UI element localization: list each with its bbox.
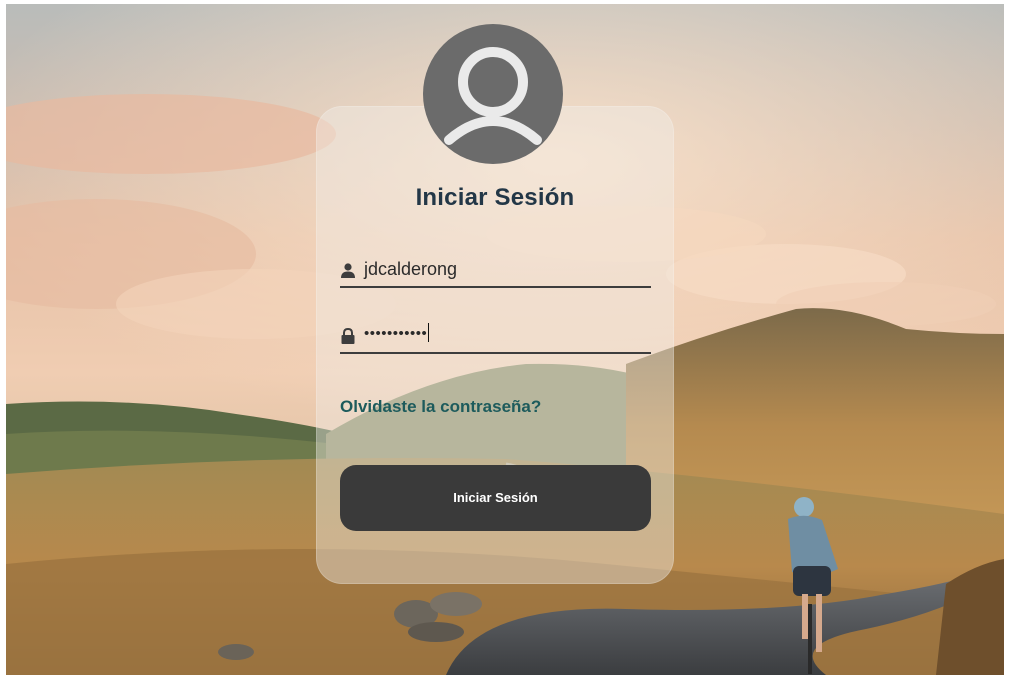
username-field[interactable]: jdcalderong [340,256,651,288]
page-title: Iniciar Sesión [415,184,575,211]
forgot-password-link[interactable]: Olvidaste la contraseña? [340,397,541,417]
login-button[interactable]: Iniciar Sesión [340,465,651,531]
text-caret [428,323,430,342]
user-avatar-icon [423,24,563,164]
password-field[interactable]: ••••••••••• [340,322,651,354]
login-screen: Iniciar Sesión jdcalderong ••••••••••• O… [0,0,1010,679]
password-mask: ••••••••••• [364,325,428,342]
user-icon [340,262,356,278]
username-value: jdcalderong [364,259,458,279]
password-value: ••••••••••• [364,323,430,342]
lock-icon [340,328,356,344]
